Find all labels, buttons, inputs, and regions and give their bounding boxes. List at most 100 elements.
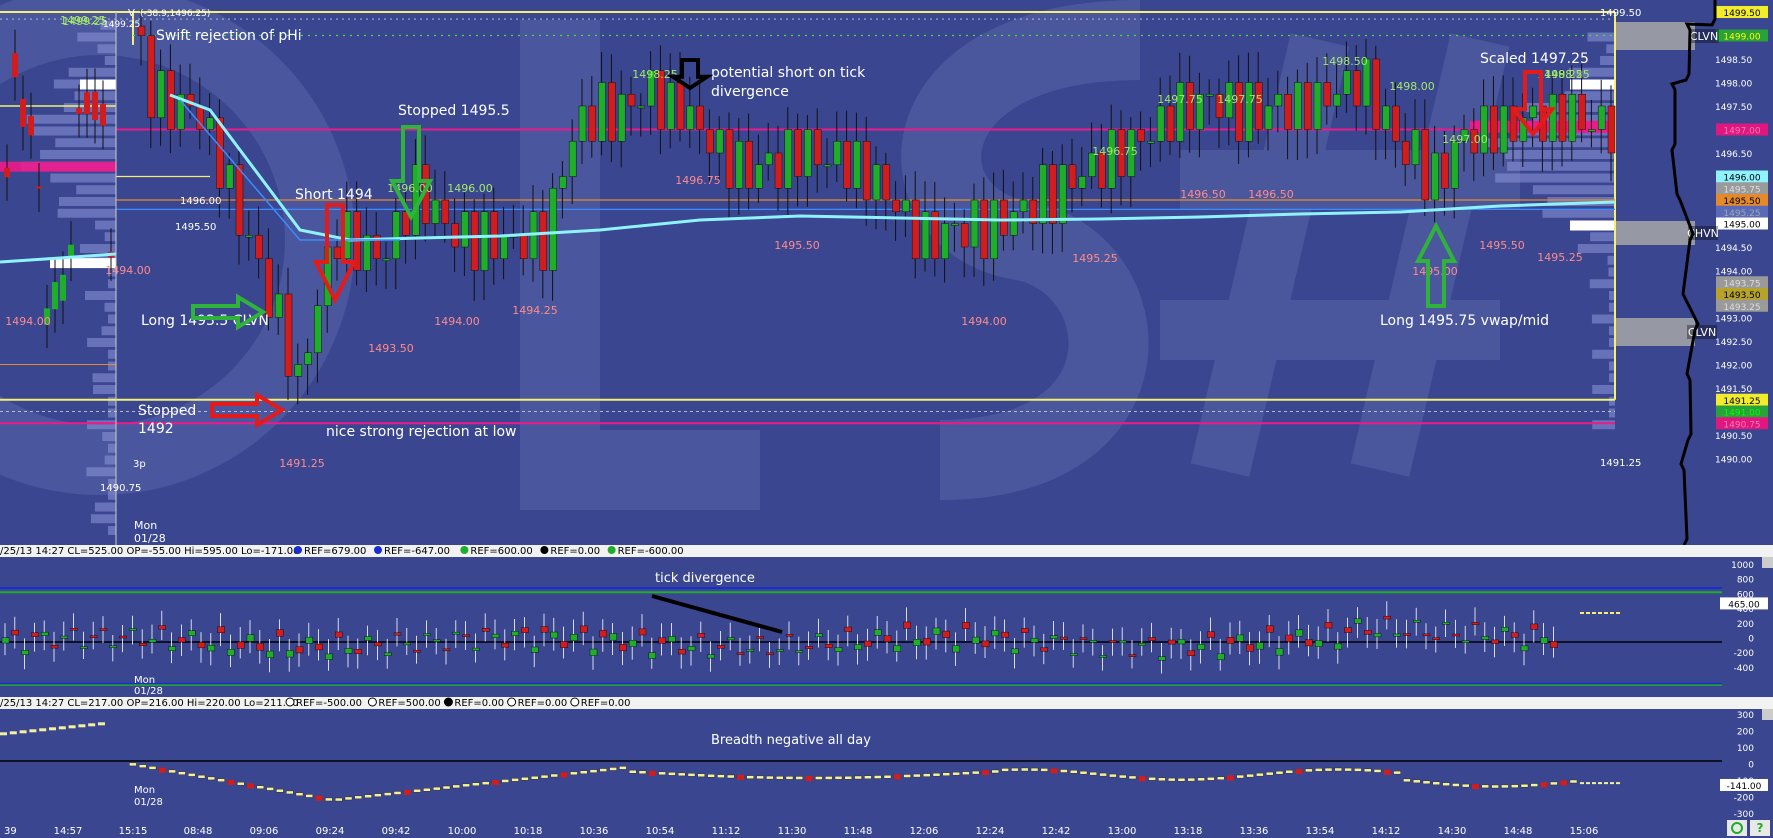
help-icon[interactable]: ? bbox=[1750, 820, 1770, 836]
tick-bar bbox=[41, 631, 49, 636]
breadth-bar bbox=[795, 776, 803, 780]
breadth-bar bbox=[1491, 784, 1499, 789]
time-label: 09:42 bbox=[382, 826, 411, 837]
candle bbox=[1245, 82, 1253, 142]
breadth-bar bbox=[68, 725, 76, 729]
breadth-bar bbox=[619, 766, 627, 770]
breadth-bar bbox=[687, 773, 696, 777]
breadth-bar bbox=[864, 775, 872, 779]
breadth-bar bbox=[315, 795, 323, 801]
candle bbox=[568, 141, 577, 177]
breadth-bar bbox=[1334, 767, 1343, 772]
candle bbox=[559, 176, 567, 189]
annotation-potential-short: divergence bbox=[711, 84, 789, 100]
session-label: 3p bbox=[133, 459, 146, 470]
breadth-bar bbox=[393, 791, 402, 795]
tick-axis-label: 200 bbox=[1737, 620, 1754, 630]
tick-bar bbox=[589, 648, 598, 656]
tick-bar bbox=[952, 645, 960, 653]
candle bbox=[519, 235, 528, 259]
tick-bar bbox=[678, 648, 686, 655]
profile-bar bbox=[55, 138, 116, 148]
candle bbox=[862, 141, 871, 201]
candle bbox=[392, 211, 401, 259]
candle bbox=[92, 91, 98, 121]
breadth-bar bbox=[638, 770, 647, 774]
price-axis: 1499.50 1499.00 1498.50 1498.00 1497.50 1497.… bbox=[1687, 0, 1773, 545]
tick-session: Mon bbox=[134, 675, 155, 686]
annotation-stopped: 1492 bbox=[138, 421, 174, 437]
candle bbox=[980, 199, 989, 259]
high-label: 1497.75 bbox=[1157, 93, 1203, 106]
tick-bar bbox=[1432, 637, 1441, 640]
candle bbox=[1166, 105, 1175, 142]
tick-bar bbox=[295, 646, 304, 654]
breadth-bar bbox=[1236, 774, 1245, 779]
profile-bar bbox=[58, 197, 116, 206]
tick-bar bbox=[1099, 655, 1107, 658]
candle bbox=[1548, 94, 1557, 142]
profile-bar bbox=[68, 67, 116, 77]
candle bbox=[764, 152, 773, 165]
candle bbox=[608, 82, 616, 142]
tick-bar bbox=[197, 642, 206, 649]
time-label: 15:06 bbox=[1570, 826, 1599, 837]
tick-bar bbox=[932, 627, 941, 635]
candle bbox=[1068, 164, 1077, 189]
candle bbox=[578, 105, 587, 142]
breadth-bar bbox=[756, 775, 764, 780]
ref-label: REF=0.00 bbox=[581, 698, 631, 709]
tick-bar bbox=[1403, 633, 1411, 636]
tick-bar bbox=[981, 640, 990, 648]
profile-bar bbox=[95, 220, 116, 230]
header-value: V bbox=[128, 8, 135, 19]
candle bbox=[911, 199, 920, 259]
annotation-scaled: Scaled 1497.25 bbox=[1480, 51, 1589, 67]
tick-bar bbox=[1167, 639, 1176, 645]
profile-bar bbox=[57, 208, 116, 218]
clvn-zone bbox=[1615, 318, 1695, 346]
tick-bar bbox=[815, 633, 823, 637]
tick-bar bbox=[442, 648, 451, 652]
tick-bar bbox=[60, 635, 68, 639]
axis-tick: 1493.00 bbox=[1715, 315, 1752, 325]
candle bbox=[1284, 94, 1292, 130]
candle bbox=[1303, 82, 1312, 130]
tick-bar bbox=[717, 645, 725, 649]
candle bbox=[451, 223, 459, 248]
breadth-bar bbox=[39, 728, 47, 732]
breadth-bar bbox=[1403, 778, 1411, 783]
tick-bar bbox=[1461, 640, 1470, 643]
breadth-bar bbox=[266, 787, 274, 791]
tick-bar bbox=[1158, 656, 1166, 661]
price-tag-label: 1497.00 bbox=[1723, 127, 1760, 137]
tick-bar bbox=[364, 636, 372, 641]
profile-bar bbox=[108, 279, 116, 289]
candle bbox=[1607, 105, 1616, 154]
candle bbox=[1333, 94, 1341, 107]
candle bbox=[235, 164, 244, 236]
tick-bar bbox=[1481, 636, 1490, 640]
breadth-bar bbox=[1501, 784, 1509, 789]
candle bbox=[1450, 141, 1459, 189]
breadth-bar bbox=[1452, 783, 1460, 787]
breadth-bar bbox=[570, 771, 578, 776]
tick-header: /25/13 14:27 CL=525.00 OP=-55.00 Hi=595.… bbox=[0, 546, 300, 557]
tick-bar bbox=[374, 642, 382, 647]
tick-bar bbox=[766, 652, 774, 656]
tick-bar bbox=[70, 628, 78, 631]
time-label: 10:54 bbox=[646, 826, 675, 837]
tick-bar bbox=[1089, 640, 1098, 643]
tick-bar bbox=[423, 633, 431, 636]
candle bbox=[167, 70, 175, 130]
tick-bar bbox=[805, 646, 813, 650]
refresh-icon[interactable] bbox=[1727, 820, 1747, 836]
panel-button bbox=[1762, 709, 1773, 720]
annotation-stopped: Stopped bbox=[138, 403, 196, 419]
level-label: 1491.25 bbox=[1600, 458, 1641, 469]
tick-bar bbox=[1422, 633, 1431, 637]
breadth-bar bbox=[952, 771, 960, 776]
tick-bar bbox=[384, 652, 392, 656]
profile-bar bbox=[94, 502, 116, 512]
candle bbox=[637, 105, 646, 109]
